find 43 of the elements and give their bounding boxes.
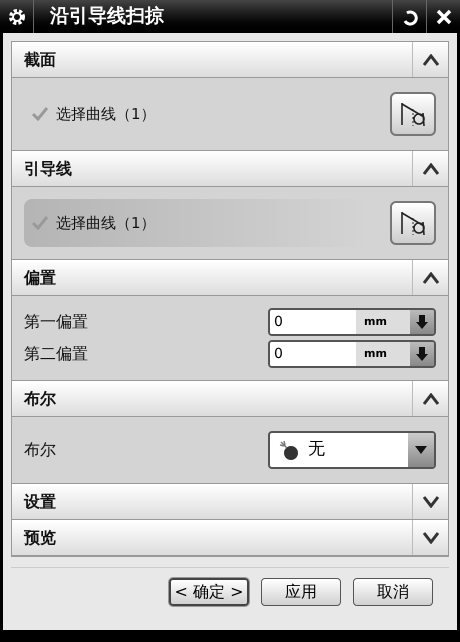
settings-icon[interactable] — [6, 6, 26, 26]
dialog-button[interactable]: 应用 — [261, 578, 341, 606]
selection-label: 选择曲线（1） — [56, 104, 156, 125]
dialog-button[interactable]: 取消 — [353, 578, 433, 606]
offset-label: 第二偏置 — [24, 343, 88, 365]
boolean-dropdown[interactable]: 无 — [268, 431, 436, 469]
collapse-icon[interactable] — [422, 54, 438, 66]
offset-value: 0 — [270, 310, 356, 334]
offset-field[interactable]: 0 mm — [268, 308, 436, 336]
unit-label: mm — [363, 346, 388, 362]
section-header[interactable]: 布尔 — [12, 381, 448, 416]
window-title: 沿引导线扫掠 — [48, 4, 165, 29]
dialog-button[interactable]: < 确定 > — [169, 578, 249, 606]
dropdown-value: 无 — [308, 438, 326, 462]
section-title: 设置 — [22, 491, 57, 513]
offset-value: 0 — [270, 342, 356, 366]
unit-label: mm — [363, 314, 388, 330]
section-header[interactable]: 设置 — [12, 484, 448, 519]
offset-label: 第一偏置 — [24, 311, 88, 333]
curve-select-button[interactable] — [390, 92, 436, 136]
reset-icon[interactable] — [400, 8, 418, 26]
section-title: 引导线 — [23, 158, 73, 180]
curve-select-button[interactable] — [390, 201, 436, 245]
close-icon[interactable] — [434, 8, 452, 26]
boolean-label: 布尔 — [24, 439, 56, 461]
check-icon — [32, 216, 48, 230]
section-title: 偏置 — [22, 267, 57, 289]
expand-icon[interactable] — [422, 532, 438, 544]
section-title: 布尔 — [22, 388, 57, 410]
section-header[interactable]: 预览 — [12, 520, 448, 555]
collapse-icon[interactable] — [422, 272, 438, 284]
section-title: 截面 — [22, 49, 57, 71]
section-header[interactable]: 截面 — [12, 42, 448, 77]
bomb-icon — [278, 439, 300, 461]
collapse-icon[interactable] — [422, 162, 438, 174]
collapse-icon[interactable] — [422, 392, 438, 404]
section-header[interactable]: 偏置 — [12, 260, 448, 295]
offset-field[interactable]: 0 mm — [268, 340, 436, 368]
expand-icon[interactable] — [422, 496, 438, 508]
check-icon — [32, 107, 48, 121]
selection-label: 选择曲线（1） — [56, 212, 156, 234]
section-title: 预览 — [22, 527, 57, 549]
section-header[interactable]: 引导线 — [12, 151, 448, 186]
